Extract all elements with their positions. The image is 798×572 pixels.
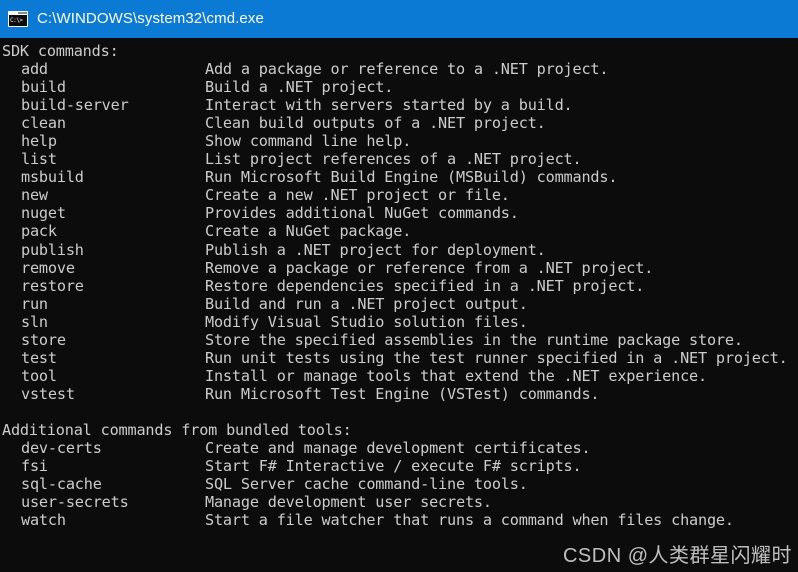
command-name: list: [21, 150, 57, 169]
command-name: help: [21, 132, 57, 151]
command-description: Modify Visual Studio solution files.: [205, 312, 528, 331]
command-row: watch Start a file watcher that runs a co…: [2, 511, 798, 529]
command-name: msbuild: [21, 168, 84, 187]
command-name: nuget: [21, 204, 66, 223]
command-description: Build a .NET project.: [205, 78, 394, 97]
command-description: SQL Server cache command-line tools.: [205, 475, 528, 494]
command-row: clean Clean build outputs of a .NET proje…: [2, 114, 798, 132]
command-name: add: [21, 60, 48, 79]
command-row: new Create a new .NET project or file.: [2, 186, 798, 204]
command-name: publish: [21, 240, 84, 259]
cmd-console-window: C:\> C:\WINDOWS\system32\cmd.exe SDK com…: [0, 0, 798, 572]
command-row: fsi Start F# Interactive / execute F# scr…: [2, 457, 798, 475]
command-row: nuget Provides additional NuGet commands.: [2, 204, 798, 222]
command-description: Run Microsoft Build Engine (MSBuild) com…: [205, 168, 618, 187]
sdk-section-heading: SDK commands:: [2, 42, 119, 60]
command-name: watch: [21, 511, 66, 530]
command-name: new: [21, 186, 48, 205]
command-name: restore: [21, 276, 84, 295]
command-name: fsi: [21, 457, 48, 476]
command-row: add Add a package or reference to a .NET …: [2, 60, 798, 78]
command-description: Add a package or reference to a .NET pro…: [205, 60, 609, 79]
command-row: sln Modify Visual Studio solution files.: [2, 313, 798, 331]
command-row: build Build a .NET project.: [2, 78, 798, 96]
command-row: test Run unit tests using the test runner…: [2, 349, 798, 367]
command-description: Build and run a .NET project output.: [205, 294, 528, 313]
command-name: test: [21, 348, 57, 367]
command-row: remove Remove a package or reference from…: [2, 259, 798, 277]
command-description: Run Microsoft Test Engine (VSTest) comma…: [205, 384, 600, 403]
command-name: remove: [21, 258, 75, 277]
command-name: run: [21, 294, 48, 313]
command-description: List project references of a .NET projec…: [205, 150, 582, 169]
command-description: Create and manage development certificat…: [205, 439, 591, 458]
command-description: Publish a .NET project for deployment.: [205, 240, 546, 259]
command-row: help Show command line help.: [2, 132, 798, 150]
command-row: pack Create a NuGet package.: [2, 222, 798, 240]
command-name: clean: [21, 114, 66, 133]
additional-command-list: dev-certs Create and manage development c…: [2, 439, 798, 529]
command-row: build-server Interact with servers starte…: [2, 96, 798, 114]
command-description: Remove a package or reference from a .NE…: [205, 258, 654, 277]
command-description: Start a file watcher that runs a command…: [205, 511, 734, 530]
sdk-command-list: add Add a package or reference to a .NET …: [2, 60, 798, 403]
command-description: Install or manage tools that extend the …: [205, 366, 707, 385]
terminal-output-area[interactable]: SDK commands: add Add a package or refere…: [0, 38, 798, 572]
command-description: Provides additional NuGet commands.: [205, 204, 519, 223]
command-row: vstest Run Microsoft Test Engine (VSTest)…: [2, 385, 798, 403]
command-description: Create a NuGet package.: [205, 222, 412, 241]
command-name: dev-certs: [21, 439, 102, 458]
command-description: Manage development user secrets.: [205, 493, 492, 512]
command-row: user-secrets Manage development user secr…: [2, 493, 798, 511]
command-row: sql-cache SQL Server cache command-line t…: [2, 475, 798, 493]
command-row: restore Restore dependencies specified in…: [2, 277, 798, 295]
command-name: store: [21, 330, 66, 349]
command-description: Start F# Interactive / execute F# script…: [205, 457, 582, 476]
additional-section-heading: Additional commands from bundled tools:: [2, 420, 352, 439]
command-description: Store the specified assemblies in the ru…: [205, 330, 743, 349]
command-description: Run unit tests using the test runner spe…: [205, 348, 788, 367]
command-name: sln: [21, 312, 48, 331]
command-row: store Store the specified assemblies in t…: [2, 331, 798, 349]
command-description: Interact with servers started by a build…: [205, 96, 573, 115]
command-row: list List project references of a .NET pr…: [2, 150, 798, 168]
cmd-exe-icon-prompt: C:\>: [9, 15, 27, 26]
command-row: dev-certs Create and manage development c…: [2, 439, 798, 457]
command-description: Restore dependencies specified in a .NET…: [205, 276, 645, 295]
command-name: build: [21, 78, 66, 97]
window-title-bar[interactable]: C:\> C:\WINDOWS\system32\cmd.exe: [0, 0, 798, 38]
command-name: tool: [21, 366, 57, 385]
cmd-exe-icon-buttons: [18, 12, 27, 14]
command-row: run Build and run a .NET project output.: [2, 295, 798, 313]
command-row: tool Install or manage tools that extend …: [2, 367, 798, 385]
window-title-text: C:\WINDOWS\system32\cmd.exe: [37, 10, 264, 27]
command-row: msbuild Run Microsoft Build Engine (MSBui…: [2, 168, 798, 186]
command-name: sql-cache: [21, 475, 102, 494]
cmd-exe-icon: C:\>: [8, 11, 28, 27]
csdn-watermark: CSDN @人类群星闪耀时: [562, 545, 792, 567]
command-name: build-server: [21, 96, 129, 115]
command-name: user-secrets: [21, 493, 129, 512]
command-name: pack: [21, 222, 57, 241]
command-description: Show command line help.: [205, 132, 412, 151]
command-row: publish Publish a .NET project for deploy…: [2, 241, 798, 259]
command-name: vstest: [21, 384, 75, 403]
command-description: Clean build outputs of a .NET project.: [205, 114, 546, 133]
command-description: Create a new .NET project or file.: [205, 186, 510, 205]
